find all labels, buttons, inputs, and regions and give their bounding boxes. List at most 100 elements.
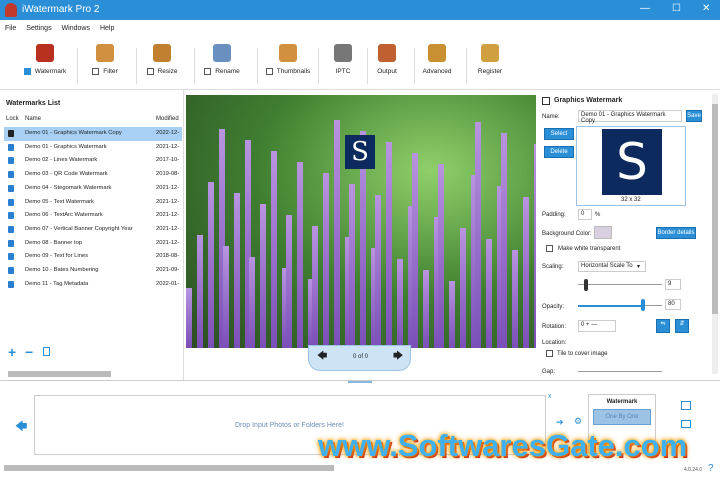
lock-icon[interactable] xyxy=(8,239,14,247)
padding-input[interactable]: 0 xyxy=(578,209,592,220)
name-input[interactable]: Demo 01 - Graphics Watermark Copy xyxy=(578,110,682,124)
rename-checkbox[interactable] xyxy=(204,68,212,75)
list-item[interactable]: Demo 08 - Banner top 2021-12- xyxy=(4,237,182,251)
make-white-transparent-checkbox[interactable] xyxy=(546,245,553,252)
preview-image: S xyxy=(186,95,536,348)
next-arrow-icon[interactable]: 🡆 xyxy=(393,349,403,366)
maximize-button[interactable]: ☐ xyxy=(672,3,681,14)
watermark-modified: 2022-12- xyxy=(156,130,180,136)
list-item[interactable]: Demo 03 - QR Code Watermark 2019-08- xyxy=(4,168,182,182)
back-arrow-icon[interactable]: 🡄 xyxy=(15,417,27,438)
toolbar-rename[interactable]: Rename xyxy=(192,44,252,75)
filter-checkbox[interactable] xyxy=(92,68,100,75)
border-details-button[interactable]: Border details xyxy=(656,227,696,239)
toolbar: Watermark Filter Resize Rename Thumbnails IPT… xyxy=(0,38,720,90)
unlock-icon[interactable] xyxy=(8,130,14,137)
delete-button[interactable]: Delete xyxy=(544,146,574,158)
background-color-swatch[interactable] xyxy=(594,226,612,239)
import-watermark-icon[interactable] xyxy=(43,347,50,356)
list-item[interactable]: Demo 05 - Text Watermark 2021-12- xyxy=(4,196,182,210)
toolbar-filter[interactable]: Filter xyxy=(75,44,135,75)
select-button[interactable]: Select xyxy=(544,128,574,140)
column-name[interactable]: Name xyxy=(25,116,41,122)
rotation-stepper[interactable]: 0 + — xyxy=(578,320,616,332)
lock-icon[interactable] xyxy=(8,171,14,179)
lock-icon[interactable] xyxy=(8,225,14,233)
lock-icon[interactable] xyxy=(8,198,14,206)
watermark-name: Demo 04 - Stegomark Watermark xyxy=(25,184,112,191)
add-watermark-icon[interactable]: + xyxy=(8,344,16,360)
minus-icon[interactable]: — xyxy=(591,322,597,328)
opacity-slider[interactable] xyxy=(578,305,662,307)
lock-icon[interactable] xyxy=(8,267,14,274)
column-modified[interactable]: Modified xyxy=(156,116,179,122)
remove-watermark-icon[interactable]: − xyxy=(25,344,33,360)
lock-icon[interactable] xyxy=(8,157,14,165)
minimize-button[interactable]: — xyxy=(640,3,650,14)
flower-stem xyxy=(186,288,192,348)
clear-button[interactable]: x xyxy=(548,393,552,400)
opacity-input[interactable]: 80 xyxy=(665,299,681,310)
list-item[interactable]: Demo 07 - Vertical Banner Copyright Year… xyxy=(4,223,182,237)
toolbar-advanced[interactable]: Advanced xyxy=(407,44,467,75)
list-item[interactable]: Demo 01 - Graphics Watermark 2021-12- xyxy=(4,141,182,155)
toolbar-register[interactable]: Register xyxy=(460,44,520,75)
version-label: 4.0.24.0 xyxy=(684,467,703,473)
image-icon[interactable] xyxy=(681,401,691,410)
gap-slider[interactable] xyxy=(578,371,662,372)
toolbar-resize[interactable]: Resize xyxy=(132,44,192,75)
flip-horizontal-icon[interactable]: ⇋ xyxy=(656,319,670,333)
scale-input[interactable]: 9 xyxy=(665,279,681,290)
flip-vertical-icon[interactable]: ⇵ xyxy=(675,319,689,333)
help-button[interactable]: ? xyxy=(708,463,714,474)
list-item[interactable]: Demo 09 - Text for Lines 2018-08- xyxy=(4,250,182,264)
horizontal-scrollbar[interactable] xyxy=(8,371,111,377)
scale-slider[interactable] xyxy=(578,284,662,285)
key-icon xyxy=(481,44,499,62)
lock-icon[interactable] xyxy=(8,280,14,288)
vertical-scrollbar[interactable] xyxy=(712,94,718,374)
list-item[interactable]: Demo 04 - Stegomark Watermark 2021-12- xyxy=(4,182,182,196)
watermark-modified: 2021-09- xyxy=(156,267,180,273)
next-arrow-icon[interactable]: ➔ xyxy=(556,417,564,428)
toolbar-label: Rename xyxy=(215,68,240,76)
menu-settings[interactable]: Settings xyxy=(26,25,51,32)
toolbar-label: Resize xyxy=(157,68,178,76)
list-item[interactable]: Demo 06 - TextArc Watermark 2021-12- xyxy=(4,209,182,223)
lock-icon[interactable] xyxy=(8,212,14,220)
thumbnails-checkbox[interactable] xyxy=(265,68,273,75)
close-button[interactable]: ✕ xyxy=(702,3,710,14)
toolbar-thumbnails[interactable]: Thumbnails xyxy=(258,44,318,75)
resize-checkbox[interactable] xyxy=(146,68,154,75)
watermark-overlay[interactable]: S xyxy=(345,135,375,169)
lock-icon[interactable] xyxy=(8,253,14,261)
menu-help[interactable]: Help xyxy=(100,25,114,32)
flower-stem xyxy=(223,246,229,348)
plus-icon[interactable]: + xyxy=(586,322,590,328)
toolbar-label: Watermark xyxy=(34,68,67,76)
settings-gear-icon[interactable]: ⚙ xyxy=(574,416,582,427)
one-by-one-button[interactable]: One By One xyxy=(593,409,651,425)
list-item[interactable]: Demo 10 - Bates Numbering 2021-09- xyxy=(4,264,182,278)
scale-slider-handle[interactable] xyxy=(584,279,588,291)
menu-windows[interactable]: Windows xyxy=(62,25,90,32)
flower-stem xyxy=(523,197,529,348)
flower-stem xyxy=(475,122,481,348)
scaling-select[interactable]: Horizontal Scale To xyxy=(578,261,646,272)
opacity-slider-handle[interactable] xyxy=(641,299,645,311)
toolbar-watermark[interactable]: Watermark xyxy=(15,44,75,75)
list-item[interactable]: Demo 02 - Lines Watermark 2017-10- xyxy=(4,154,182,168)
flower-stem xyxy=(323,173,329,348)
list-item[interactable]: Demo 11 - Tag Metadata 2022-01- xyxy=(4,278,182,292)
horizontal-scrollbar[interactable] xyxy=(4,465,334,471)
menu-file[interactable]: File xyxy=(5,25,16,32)
list-item[interactable]: Demo 01 - Graphics Watermark Copy 2022-12… xyxy=(4,127,182,141)
column-lock[interactable]: Lock xyxy=(6,116,19,122)
folder-icon[interactable] xyxy=(681,420,691,428)
lock-icon[interactable] xyxy=(8,143,14,151)
save-button[interactable]: Save xyxy=(686,110,702,122)
lock-icon[interactable] xyxy=(8,184,14,192)
prev-arrow-icon[interactable]: 🡄 xyxy=(317,349,327,366)
watermark-checkbox[interactable] xyxy=(23,68,31,75)
tile-checkbox[interactable] xyxy=(546,350,553,357)
